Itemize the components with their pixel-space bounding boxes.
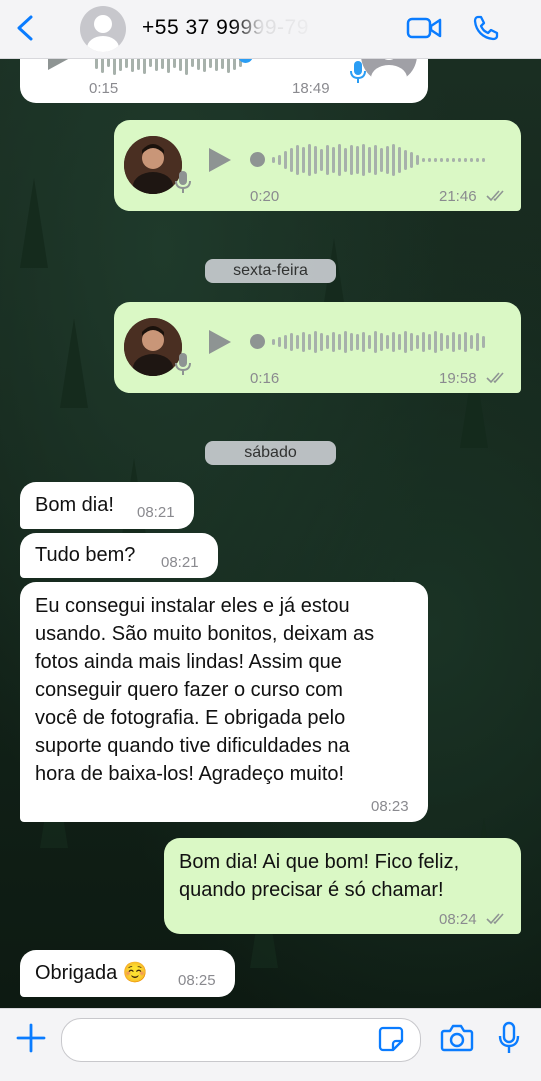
playback-position[interactable]: [250, 334, 265, 349]
text-message[interactable]: Bom dia! 08:21: [20, 482, 194, 529]
message-text: Bom dia!: [35, 494, 114, 516]
voice-message[interactable]: 0:16 19:58: [114, 302, 521, 393]
plus-icon[interactable]: [16, 1023, 46, 1053]
waveform: [272, 140, 485, 180]
message-time: 08:21: [161, 554, 199, 571]
message-line: Eu consegui instalar eles e já estou: [35, 595, 350, 617]
microphone-icon[interactable]: [498, 1021, 520, 1055]
playback-position[interactable]: [250, 152, 265, 167]
message-line: quando precisar é só chamar!: [179, 879, 444, 901]
message-line: suporte quando tive dificuldades na: [35, 735, 350, 757]
read-receipt-icon: [486, 913, 504, 925]
message-text: Obrigada ☺️: [35, 962, 148, 984]
message-time: 08:23: [371, 798, 409, 815]
voice-duration: 0:15: [89, 80, 119, 97]
message-text: Bom dia! Ai que bom! Fico feliz, quando …: [179, 848, 459, 904]
message-line: conseguir quero fazer o curso com: [35, 679, 343, 701]
sticker-icon[interactable]: [378, 1026, 404, 1052]
message-input-bar: [0, 1008, 541, 1081]
camera-icon[interactable]: [440, 1023, 474, 1053]
message-text: Tudo bem?: [35, 544, 136, 566]
play-icon[interactable]: [209, 148, 231, 172]
date-separator: sexta-feira: [205, 259, 336, 283]
text-message[interactable]: Bom dia! Ai que bom! Fico feliz, quando …: [164, 838, 521, 934]
chat-header: +55 37 99999-79: [0, 0, 541, 59]
waveform: [272, 322, 485, 362]
phone-icon[interactable]: [472, 14, 500, 42]
message-line: Bom dia! Ai que bom! Fico feliz,: [179, 851, 460, 873]
voice-duration: 0:20: [250, 188, 280, 205]
message-text: Eu consegui instalar eles e já estou usa…: [35, 592, 374, 788]
date-separator: sábado: [205, 441, 336, 465]
read-receipt-icon: [486, 190, 504, 202]
play-icon[interactable]: [209, 330, 231, 354]
message-time: 21:46: [439, 188, 477, 205]
message-line: hora de baixa-los! Agradeço muito!: [35, 763, 345, 785]
chevron-left-icon[interactable]: [14, 14, 36, 42]
voice-avatar: [124, 318, 182, 376]
voice-avatar: [124, 136, 182, 194]
voice-duration: 0:16: [250, 370, 280, 387]
message-line: fotos ainda mais lindas! Assim que: [35, 651, 342, 673]
message-time: 19:58: [439, 370, 477, 387]
message-time: 08:24: [439, 911, 477, 928]
message-line: você de fotografia. E obrigada pelo: [35, 707, 346, 729]
video-camera-icon[interactable]: [406, 16, 442, 40]
profile-photo-icon: [124, 318, 182, 376]
read-receipt-icon: [486, 372, 504, 384]
profile-photo-icon: [124, 136, 182, 194]
microphone-icon: [175, 171, 191, 193]
text-message[interactable]: Obrigada ☺️ 08:25: [20, 950, 235, 997]
text-message[interactable]: Tudo bem? 08:21: [20, 533, 218, 578]
redaction-blur: [232, 16, 332, 40]
voice-message[interactable]: 0:20 21:46: [114, 120, 521, 211]
message-time: 08:21: [137, 504, 175, 521]
message-input[interactable]: [61, 1018, 421, 1062]
message-time: 18:49: [292, 80, 330, 97]
default-avatar-icon: [87, 15, 119, 52]
text-message[interactable]: Eu consegui instalar eles e já estou usa…: [20, 582, 428, 822]
message-line: usando. São muito bonitos, deixam as: [35, 623, 375, 645]
message-time: 08:25: [178, 972, 216, 989]
microphone-icon: [175, 353, 191, 375]
avatar[interactable]: [80, 6, 126, 52]
